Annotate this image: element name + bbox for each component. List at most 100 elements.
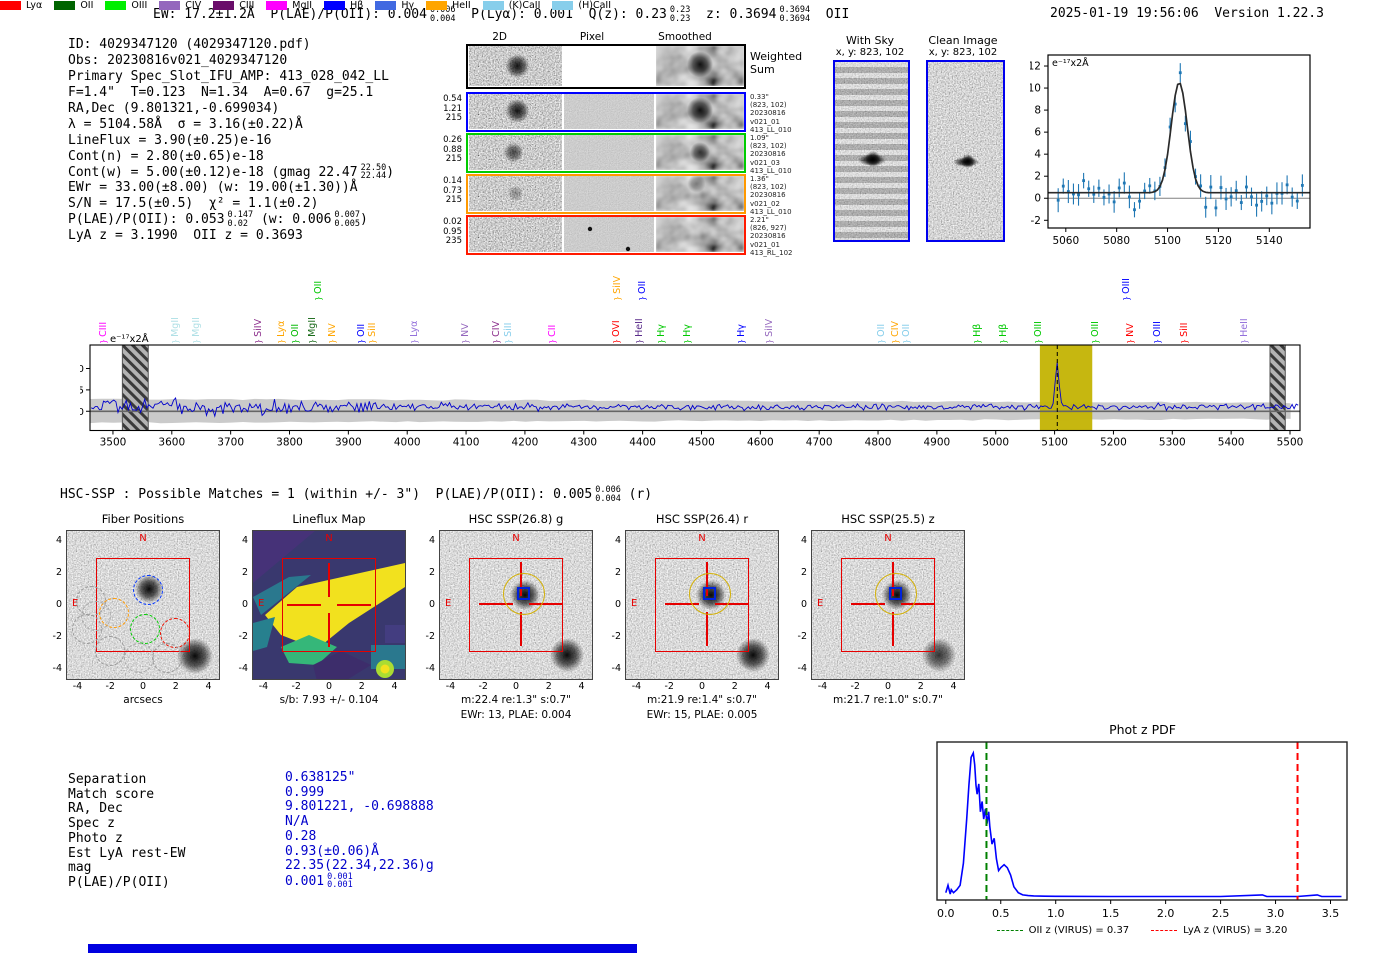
match-table-value: 22.35(22.34,22.36)g: [285, 858, 434, 874]
legend-swatch: [213, 1, 235, 10]
clean-image: [926, 60, 1005, 242]
info-line-text: ): [360, 212, 368, 228]
emission-line-label: } Hβ: [997, 323, 1009, 344]
axis-tick-label-y: 2: [614, 567, 621, 579]
emission-line-label: } OII: [312, 280, 324, 301]
svg-text:6: 6: [1034, 127, 1041, 139]
legend-item: OIII: [105, 0, 147, 11]
info-line-text: P(LAE)/P(OII): 0.053: [68, 212, 225, 228]
axis-tick-label-x: 4: [391, 681, 398, 692]
hsc-header-text: HSC-SSP : Possible Matches = 1 (within +…: [60, 487, 593, 502]
compass-east-label: E: [817, 598, 824, 609]
spec2d-row: [466, 133, 746, 173]
spec2d-subpanel: [564, 94, 654, 129]
match-table-label: Photo z: [68, 830, 123, 846]
axis-tick-label-y: 0: [800, 599, 807, 610]
svg-text:5300: 5300: [1159, 437, 1186, 449]
svg-text:4500: 4500: [688, 437, 715, 449]
photz-pdf-title: Phot z PDF: [1109, 722, 1176, 737]
line-fit-zoom-plot: 5060 5080 5100 5120 5140 -2 0 2 4 6 8 10 12: [1028, 48, 1330, 257]
svg-text:5060: 5060: [1052, 235, 1079, 247]
svg-text:3500: 3500: [100, 437, 127, 449]
legend-item: Hβ: [324, 0, 363, 11]
match-table-value: 0.638125": [285, 770, 356, 785]
axis-tick-label-y: -2: [425, 630, 435, 642]
svg-text:-2: -2: [1031, 215, 1041, 227]
axis-tick-label-y: 4: [241, 535, 248, 547]
emission-line-label: } MgII: [190, 317, 202, 344]
cutout-title: HSC SSP(26.8) g: [468, 512, 564, 526]
match-table-label: Spec z: [68, 816, 115, 832]
axis-tick-label-x: -4: [258, 681, 269, 692]
emission-line-label: } CIV: [890, 320, 902, 344]
fiber-circle: [130, 614, 160, 644]
legend-label: (H)CaII: [578, 0, 612, 11]
axis-tick-label-y: 4: [614, 535, 621, 547]
match-table-value: 0.93(±0.06)Å: [285, 843, 379, 859]
emission-line-label: } SiII: [1179, 322, 1191, 344]
legend-label: HeII: [452, 0, 471, 11]
spec2d-subpanel: [469, 94, 562, 129]
legend-label: (K)CaII: [508, 0, 541, 11]
legend-swatch: [105, 1, 127, 10]
legend-label: CIV: [185, 0, 202, 11]
axis-tick-label-x: -4: [72, 681, 83, 692]
svg-text:0: 0: [1034, 193, 1041, 205]
match-table-label: Separation: [68, 772, 147, 787]
compass-north-label: N: [512, 533, 520, 544]
info-line-text: Obs: 20230816v021_4029347120: [68, 53, 288, 69]
catalog-object-box: [889, 587, 902, 600]
full-spectrum-annotation: e⁻¹⁷x2Å: [110, 334, 149, 345]
info-line: F=1.4" T=0.123 N=1.34 A=0.67 g=25.1: [68, 85, 394, 101]
axis-tick-label-x: 2: [545, 681, 552, 692]
cutout-caption: arcsecs: [123, 694, 163, 706]
legend-label: Hβ: [350, 0, 364, 11]
compass-east-label: E: [445, 598, 452, 609]
legend-swatch: [266, 1, 288, 10]
crosshair-line: [328, 563, 330, 597]
info-line-text: ID: 4029347120 (4029347120.pdf): [68, 37, 311, 53]
spec2d-subpanel: [656, 217, 744, 252]
emission-line-label: } OII: [875, 323, 887, 344]
emission-line-label: } CIV: [491, 320, 503, 344]
legend-item: (K)CaII: [482, 0, 541, 11]
axis-tick-label-y: 4: [55, 535, 62, 547]
info-line-text: RA,Dec (9.801321,-0.699034): [68, 101, 280, 116]
svg-text:2.0: 2.0: [1157, 907, 1175, 920]
legend-item: Lyα: [0, 0, 42, 11]
line-fit-annotation: e⁻¹⁷x2Å: [1052, 58, 1089, 69]
svg-text:10: 10: [80, 364, 84, 375]
legend-swatch: [159, 1, 181, 10]
hsc-header-text: (r): [620, 487, 653, 502]
info-line-text: S/N = 17.5(±0.5) χ² = 1.1(±0.2): [68, 196, 319, 212]
axis-tick-label-x: 0: [139, 681, 147, 692]
spec2d-row-right-labels: 1.09" (823, 102) 20230816 v021_03 413_LL_010: [750, 134, 792, 175]
info-line-text: Cont(n) = 2.80(±0.65)e-18: [68, 148, 264, 164]
axis-tick-label-x: 2: [917, 681, 924, 692]
axis-tick-label-y: 2: [241, 567, 248, 579]
emission-line-label: } OIII: [1151, 321, 1163, 344]
cutout-caption: m:21.9 re:1.4" s:0.7": [647, 694, 757, 706]
svg-text:4900: 4900: [924, 437, 951, 449]
spec2d-row-right-labels: Weighted Sum: [750, 50, 803, 76]
spec2d-subpanel: [656, 176, 744, 211]
match-table-value: 0.28: [285, 828, 317, 844]
svg-text:3.0: 3.0: [1267, 907, 1285, 920]
emission-line-label: } OII: [356, 323, 368, 344]
svg-text:5140: 5140: [1256, 235, 1283, 247]
emission-line-label: } HeII: [633, 318, 645, 344]
emission-line-label: } NV: [1124, 323, 1136, 344]
spec2d-row: [466, 215, 746, 255]
emission-line-label: } OII: [637, 280, 649, 301]
spec2d-subpanel: [656, 46, 744, 86]
photz-legend-item: LyA z (VIRUS) = 3.20: [1151, 925, 1287, 936]
with-sky-panel: With Sky x, y: 823, 102: [820, 34, 920, 242]
info-line-text: LyA z = 3.1990 OII z = 0.3693: [68, 228, 303, 244]
header-summary-fraction: 0.3694 0.3694: [779, 5, 811, 24]
info-line-text: ): [386, 164, 395, 180]
axis-tick-label-y: -4: [238, 662, 248, 674]
crosshair-line: [287, 604, 321, 606]
svg-text:1.5: 1.5: [1102, 907, 1120, 920]
emission-line-label: } SiII: [502, 322, 514, 344]
spec2d-subpanel: [469, 135, 562, 170]
